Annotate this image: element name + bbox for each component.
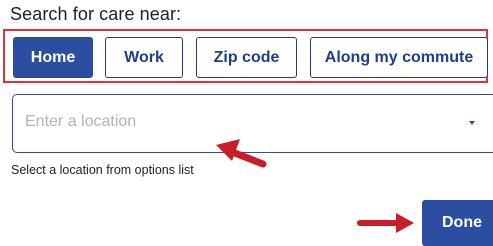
tab-work[interactable]: Work xyxy=(105,37,183,78)
tab-zip-code[interactable]: Zip code xyxy=(196,37,297,78)
arrow-icon xyxy=(357,213,414,233)
search-heading: Search for care near: xyxy=(10,4,182,24)
tab-home[interactable]: Home xyxy=(13,37,93,78)
done-button[interactable]: Done xyxy=(422,200,493,246)
tab-along-my-commute[interactable]: Along my commute xyxy=(310,37,488,78)
location-combobox[interactable] xyxy=(12,94,493,153)
chevron-down-icon[interactable] xyxy=(469,121,475,125)
location-input[interactable] xyxy=(25,113,455,131)
tab-along-my-commute-label: Along my commute xyxy=(324,48,474,66)
tab-zip-code-label: Zip code xyxy=(213,48,280,66)
helper-text: Select a location from options list xyxy=(11,163,194,177)
tab-work-label: Work xyxy=(124,48,164,66)
tab-home-label: Home xyxy=(30,48,76,66)
